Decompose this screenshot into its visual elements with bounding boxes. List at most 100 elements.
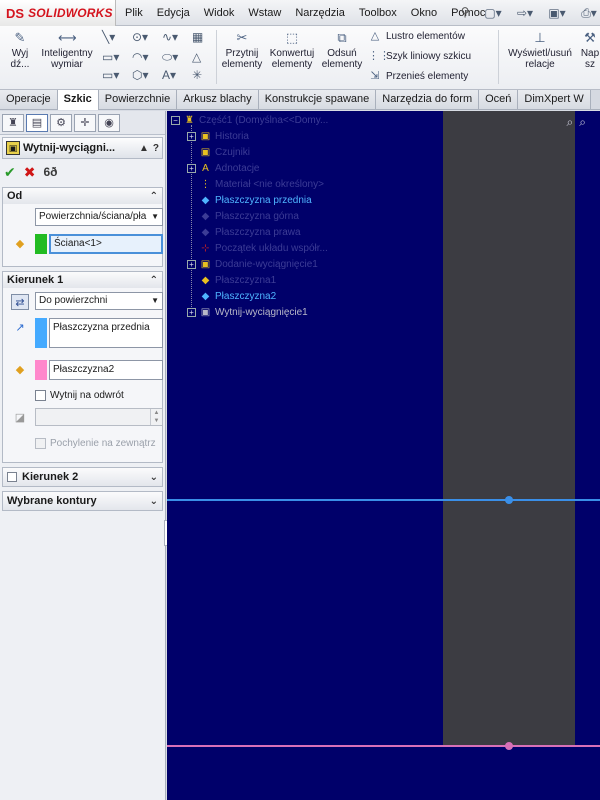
tree-item-plaszczyzna1[interactable]: ◆ Płaszczyzna1 [199,274,277,287]
ellipse-icon[interactable]: ⬭▾ [162,50,178,65]
tree-expand-icon[interactable]: + [187,260,196,269]
detailed-preview-icon[interactable]: 6ð [43,165,57,179]
zoom-area-icon[interactable]: ⌕ [579,115,586,130]
display-relations-button[interactable]: ⊥ Wyświetl/usuń relacje [502,30,578,70]
front-plane-line [167,499,600,501]
menu-edycja[interactable]: Edycja [150,7,197,19]
menu-narzedzia[interactable]: Narzędzia [288,7,352,19]
exit-sketch-button[interactable]: ✎ Wyj dź... [2,30,38,70]
tree-label: Materiał <nie określony> [215,179,324,190]
asterisk-icon[interactable]: ✳ [192,68,202,82]
group-wybrane-header[interactable]: Wybrane kontury ⌄ [3,492,162,510]
od-type-select[interactable]: Powierzchnia/ściana/pła ▼ [35,208,163,226]
collapse-icon[interactable]: ▲ [139,143,149,154]
tree-item-material[interactable]: ⋮ Materiał <nie określony> [199,178,324,191]
point-icon[interactable]: △ [192,50,201,64]
tab-operacje[interactable]: Operacje [0,90,58,109]
polygon-icon[interactable]: ⬡▾ [132,68,149,82]
grid-icon[interactable]: ▦ [192,30,203,44]
graphics-viewport[interactable]: ⌕ ⌕ − ♜ Część1 (Domyślna<<Domy... + ▣ Hi… [167,111,600,800]
mirror-button[interactable]: △ Lustro elementów [368,30,465,42]
zoom-to-fit-icon[interactable]: ⌕ [567,115,574,130]
group-od-body: Powierzchnia/ściana/pła ▼ ◆ Ściana<1> [3,204,163,266]
tree-item-part[interactable]: − ♜ Część1 (Domyślna<<Domy... [171,114,328,127]
repair-sketch-button[interactable]: ⚒ Nap sz [580,30,600,70]
trim-button[interactable]: ✂ Przytnij elementy [220,30,264,70]
feature-title: Wytnij-wyciągni... [23,142,116,154]
reverse-direction-icon[interactable]: ⇄ [11,294,29,310]
spline-icon[interactable]: ∿▾ [162,30,178,44]
direction2-checkbox[interactable] [7,472,17,482]
od-face-field[interactable]: Ściana<1> [49,234,163,254]
tree-item-plaszczyzna-prawa[interactable]: ◆ Płaszczyzna prawa [199,226,301,239]
convert-button[interactable]: ⬚ Konwertuj elementy [266,30,318,70]
rectangle-icon[interactable]: ▭▾ [102,50,119,64]
menu-plik[interactable]: Plik [118,7,150,19]
cancel-x-icon[interactable]: ✖ [24,164,36,181]
tree-label: Płaszczyzna prawa [215,227,301,238]
tab-narzedzia-do-form[interactable]: Narzędzia do form [376,90,480,109]
tree-item-plaszczyzna2[interactable]: ◆ Płaszczyzna2 [199,290,277,303]
group-kierunek2-header[interactable]: Kierunek 2 ⌄ [3,468,162,486]
sensors-icon: ▣ [200,147,211,158]
tree-label: Czujniki [215,147,251,158]
open-icon[interactable]: ⇨▾ [510,3,540,23]
new-document-icon[interactable]: ▢▾ [478,3,508,23]
menu-toolbox[interactable]: Toolbox [352,7,404,19]
display-tab-icon[interactable]: ◉ [98,114,120,132]
direction-ref-field[interactable]: Płaszczyzna przednia [49,318,163,348]
linear-pattern-button[interactable]: ⋮⋮ Szyk liniowy szkicu [368,50,471,62]
tree-item-wytnij[interactable]: + ▣ Wytnij-wyciągnięcie1 [187,306,308,319]
tree-item-historia[interactable]: + ▣ Historia [187,130,249,143]
offset-button[interactable]: ⧉ Odsuń elementy [320,30,364,70]
menu-okno[interactable]: Okno [404,7,444,19]
arc-icon[interactable]: ◠▾ [132,50,149,64]
draft-outward-row: Pochylenie na zewnątrz [7,434,158,452]
mirror-label: Lustro elementów [386,30,465,42]
tree-expand-icon[interactable]: + [187,164,196,173]
end-surface-field[interactable]: Płaszczyzna2 [49,360,163,380]
tree-item-dodanie[interactable]: + ▣ Dodanie-wyciągnięcie1 [187,258,318,271]
print-icon[interactable]: ⎙▾ [574,3,600,23]
save-icon[interactable]: ▣▾ [542,3,572,23]
menu-wstaw[interactable]: Wstaw [241,7,288,19]
tab-konstrukcje-spawane[interactable]: Konstrukcje spawane [258,90,377,109]
tree-item-czujniki[interactable]: ▣ Czujniki [199,146,250,159]
flip-cut-checkbox[interactable] [35,389,46,401]
group-od-header[interactable]: Od ⌃ [3,188,162,204]
end-condition-select[interactable]: Do powierzchni ▼ [35,292,163,310]
slot-icon[interactable]: ▭▾ [102,68,119,82]
plane-icon: ◆ [201,275,210,286]
feature-tree-tab-icon[interactable]: ♜ [2,114,24,132]
ok-check-icon[interactable]: ✔ [4,164,16,181]
circle-icon[interactable]: ⊙▾ [132,30,148,44]
dimxpert-tab-icon[interactable]: ✛ [74,114,96,132]
tree-expand-icon[interactable]: + [187,308,196,317]
tree-item-poczatek[interactable]: ⊹ Początek układu współr... [199,242,328,255]
tab-arkusz-blachy[interactable]: Arkusz blachy [177,90,259,109]
tree-expand-icon[interactable]: + [187,132,196,141]
tree-collapse-icon[interactable]: − [171,116,180,125]
plane-icon: ◆ [201,227,210,238]
pin-icon[interactable]: ⚲ [458,5,472,19]
flip-cut-row[interactable]: Wytnij na odwrót [7,386,158,404]
configuration-tab-icon[interactable]: ⚙ [50,114,72,132]
tab-szkic[interactable]: Szkic [57,90,99,110]
smart-dimension-button[interactable]: ⟷ Inteligentny wymiar [38,30,96,70]
tree-item-adnotacje[interactable]: + A Adnotacje [187,162,259,175]
help-button[interactable]: ? [153,143,159,154]
property-manager-tab-icon[interactable]: ▤ [26,114,48,132]
menu-widok[interactable]: Widok [197,7,242,19]
tree-item-plaszczyzna-przednia[interactable]: ◆ Płaszczyzna przednia [199,194,312,207]
group-kierunek1-header[interactable]: Kierunek 1 ⌃ [3,272,162,288]
move-entities-button[interactable]: ⇲ Przenieś elementy [368,70,468,82]
tab-dimxpert[interactable]: DimXpert W [518,90,591,109]
text-icon[interactable]: A▾ [162,68,176,82]
tab-ocen[interactable]: Oceń [479,90,519,109]
tab-powierzchnie[interactable]: Powierzchnie [98,90,178,109]
line-icon[interactable]: ╲▾ [102,30,115,44]
property-manager: ♜ ▤ ⚙ ✛ ◉ ▣ Wytnij-wyciągni... ▲ ? ✔ ✖ 6… [0,111,166,800]
tree-item-plaszczyzna-gorna[interactable]: ◆ Płaszczyzna górna [199,210,299,223]
cut-extrude-icon: ▣ [200,307,211,318]
solidworks-logo[interactable]: DS SOLIDWORKS [0,0,116,26]
